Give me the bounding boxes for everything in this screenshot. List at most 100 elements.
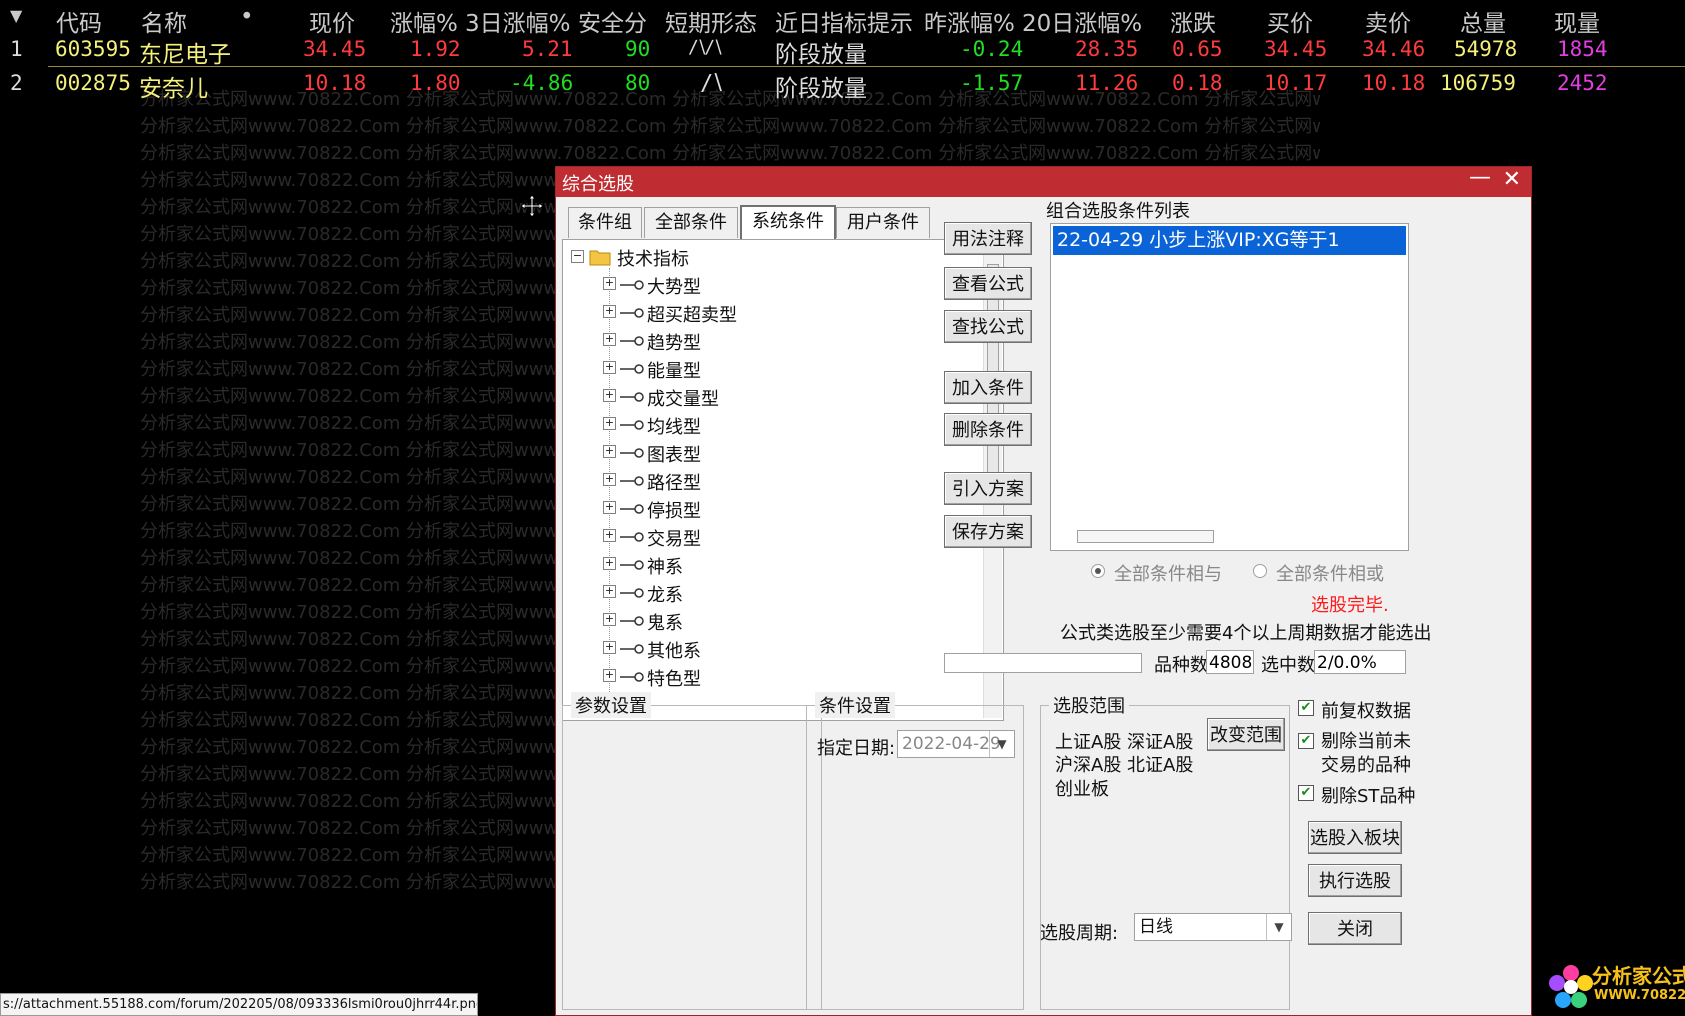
- cell-updown: 0.18: [1172, 71, 1223, 95]
- folder-icon: [589, 250, 611, 266]
- minimize-icon[interactable]: —: [1469, 165, 1491, 190]
- radio-all-and-label: 全部条件相与: [1114, 564, 1222, 585]
- check-exclude-untraded[interactable]: ✔: [1298, 733, 1314, 749]
- check-forward-adjust[interactable]: ✔: [1298, 700, 1314, 716]
- expand-icon[interactable]: +: [603, 613, 616, 626]
- expand-icon[interactable]: +: [603, 333, 616, 346]
- tree-item[interactable]: 趋势型: [647, 329, 701, 355]
- tree-item[interactable]: 均线型: [647, 413, 701, 439]
- col-header-cur[interactable]: 现量: [1554, 4, 1600, 38]
- tree-item[interactable]: 特色型: [647, 665, 701, 691]
- add-condition-button[interactable]: 加入条件: [944, 371, 1032, 404]
- selected-value: 2/0.0%: [1314, 650, 1406, 674]
- tree-item[interactable]: 交易型: [647, 525, 701, 551]
- chevron-down-icon[interactable]: ▼: [1266, 914, 1291, 940]
- chevron-down-icon[interactable]: ▼: [989, 731, 1014, 757]
- delete-condition-button[interactable]: 删除条件: [944, 413, 1032, 446]
- expand-icon[interactable]: +: [603, 501, 616, 514]
- col-header-code[interactable]: 代码: [56, 4, 102, 38]
- tree-item[interactable]: 鬼系: [647, 609, 683, 635]
- expand-icon[interactable]: +: [603, 389, 616, 402]
- tree-item[interactable]: 成交量型: [647, 385, 719, 411]
- expand-icon[interactable]: +: [603, 669, 616, 682]
- expand-icon[interactable]: +: [603, 305, 616, 318]
- table-row[interactable]: 1 603595 东尼电子 34.45 1.92 5.21 90 ∕∖∕∖ 阶段…: [0, 34, 1685, 68]
- date-picker[interactable]: 2022-04-29 ▼: [897, 730, 1015, 758]
- col-header-chg[interactable]: 涨幅%: [390, 4, 458, 38]
- radio-all-or[interactable]: [1253, 564, 1267, 578]
- tree-root-label[interactable]: 技术指标: [617, 245, 689, 271]
- close-icon[interactable]: ✕: [1503, 167, 1521, 192]
- tree-item[interactable]: 停损型: [647, 497, 701, 523]
- tree-item[interactable]: 图表型: [647, 441, 701, 467]
- condition-tree[interactable]: − 技术指标 + 大势型 + 超买超卖型 + 趋势型 + 能量型 + 成交量型 + 均线型 + 图表型 + 路…: [562, 239, 1004, 721]
- expand-icon[interactable]: +: [603, 445, 616, 458]
- tree-item[interactable]: 超买超卖型: [647, 301, 737, 327]
- count-value: 4808: [1206, 650, 1254, 674]
- expand-icon[interactable]: +: [603, 361, 616, 374]
- tab-condition-group[interactable]: 条件组: [568, 207, 642, 238]
- range-group: 选股范围 上证A股 深证A股 沪深A股 北证A股 创业板 改变范围: [1040, 692, 1290, 1010]
- col-header-safe[interactable]: 安全分: [578, 4, 647, 38]
- view-formula-button[interactable]: 查看公式: [944, 267, 1032, 300]
- tree-item[interactable]: 龙系: [647, 581, 683, 607]
- tree-item[interactable]: 能量型: [647, 357, 701, 383]
- cell-chg3: -4.86: [510, 71, 574, 95]
- tree-item[interactable]: 神系: [647, 553, 683, 579]
- period-value: 日线: [1139, 917, 1173, 937]
- add-to-block-button[interactable]: 选股入板块: [1308, 821, 1402, 854]
- range-line-3: 创业板: [1055, 779, 1109, 800]
- key-icon: [620, 448, 644, 458]
- col-header-chg20[interactable]: 20日涨幅%: [1022, 4, 1142, 38]
- find-formula-button[interactable]: 查找公式: [944, 310, 1032, 343]
- table-row[interactable]: 2 002875 安奈儿 10.18 1.80 -4.86 80 ∕∖ 阶段放量…: [0, 68, 1685, 102]
- save-scheme-button[interactable]: 保存方案: [944, 515, 1032, 548]
- col-header-hint[interactable]: 近日指标提示: [775, 4, 913, 38]
- expand-icon[interactable]: +: [603, 473, 616, 486]
- expand-icon[interactable]: +: [603, 529, 616, 542]
- expand-icon[interactable]: +: [603, 585, 616, 598]
- key-icon: [620, 308, 644, 318]
- col-header-chg3[interactable]: 3日涨幅%: [465, 4, 571, 38]
- condition-list[interactable]: 22-04-29 小步上涨VIP:XG等于1: [1050, 223, 1409, 551]
- usage-notes-button[interactable]: 用法注释: [944, 222, 1032, 255]
- tree-item[interactable]: 路径型: [647, 469, 701, 495]
- list-hscrollbar[interactable]: [1077, 530, 1214, 543]
- expand-icon[interactable]: +: [603, 277, 616, 290]
- count-label: 品种数: [1154, 655, 1208, 676]
- expand-icon[interactable]: +: [603, 641, 616, 654]
- tree-item[interactable]: 大势型: [647, 273, 701, 299]
- expand-icon[interactable]: +: [603, 417, 616, 430]
- check-exclude-st[interactable]: ✔: [1298, 785, 1314, 801]
- execute-screen-button[interactable]: 执行选股: [1308, 864, 1402, 897]
- col-header-buy[interactable]: 买价: [1267, 4, 1313, 38]
- status-done: 选股完毕.: [1311, 595, 1389, 616]
- col-header-price[interactable]: 现价: [309, 4, 355, 38]
- col-header-sell[interactable]: 卖价: [1365, 4, 1411, 38]
- key-icon: [620, 420, 644, 430]
- tab-all-conditions[interactable]: 全部条件: [644, 207, 738, 238]
- period-select[interactable]: 日线 ▼: [1134, 913, 1292, 941]
- cell-buy: 34.45: [1264, 37, 1328, 61]
- cell-chg20: 11.26: [1075, 71, 1139, 95]
- expand-icon[interactable]: +: [603, 557, 616, 570]
- col-header-ychg[interactable]: 昨涨幅%: [924, 4, 1015, 38]
- row-index: 2: [10, 71, 23, 95]
- header-menu-icon[interactable]: ▼: [10, 6, 22, 25]
- radio-all-and[interactable]: [1091, 564, 1105, 578]
- dialog-titlebar[interactable]: 综合选股 — ✕: [556, 165, 1531, 197]
- change-range-button[interactable]: 改变范围: [1207, 718, 1285, 751]
- col-header-updown[interactable]: 涨跌: [1170, 4, 1216, 38]
- tab-system-conditions[interactable]: 系统条件: [740, 205, 836, 240]
- tree-item[interactable]: 其他系: [647, 637, 701, 663]
- cell-cur: 1854: [1557, 37, 1608, 61]
- tab-user-conditions[interactable]: 用户条件: [836, 207, 930, 238]
- list-item[interactable]: 22-04-29 小步上涨VIP:XG等于1: [1053, 226, 1406, 255]
- key-icon: [620, 672, 644, 682]
- col-header-short[interactable]: 短期形态: [665, 4, 757, 38]
- col-header-name[interactable]: 名称: [141, 4, 187, 38]
- close-button[interactable]: 关闭: [1308, 912, 1402, 945]
- import-scheme-button[interactable]: 引入方案: [944, 472, 1032, 505]
- col-header-vol[interactable]: 总量: [1460, 4, 1506, 38]
- collapse-icon[interactable]: −: [571, 250, 584, 263]
